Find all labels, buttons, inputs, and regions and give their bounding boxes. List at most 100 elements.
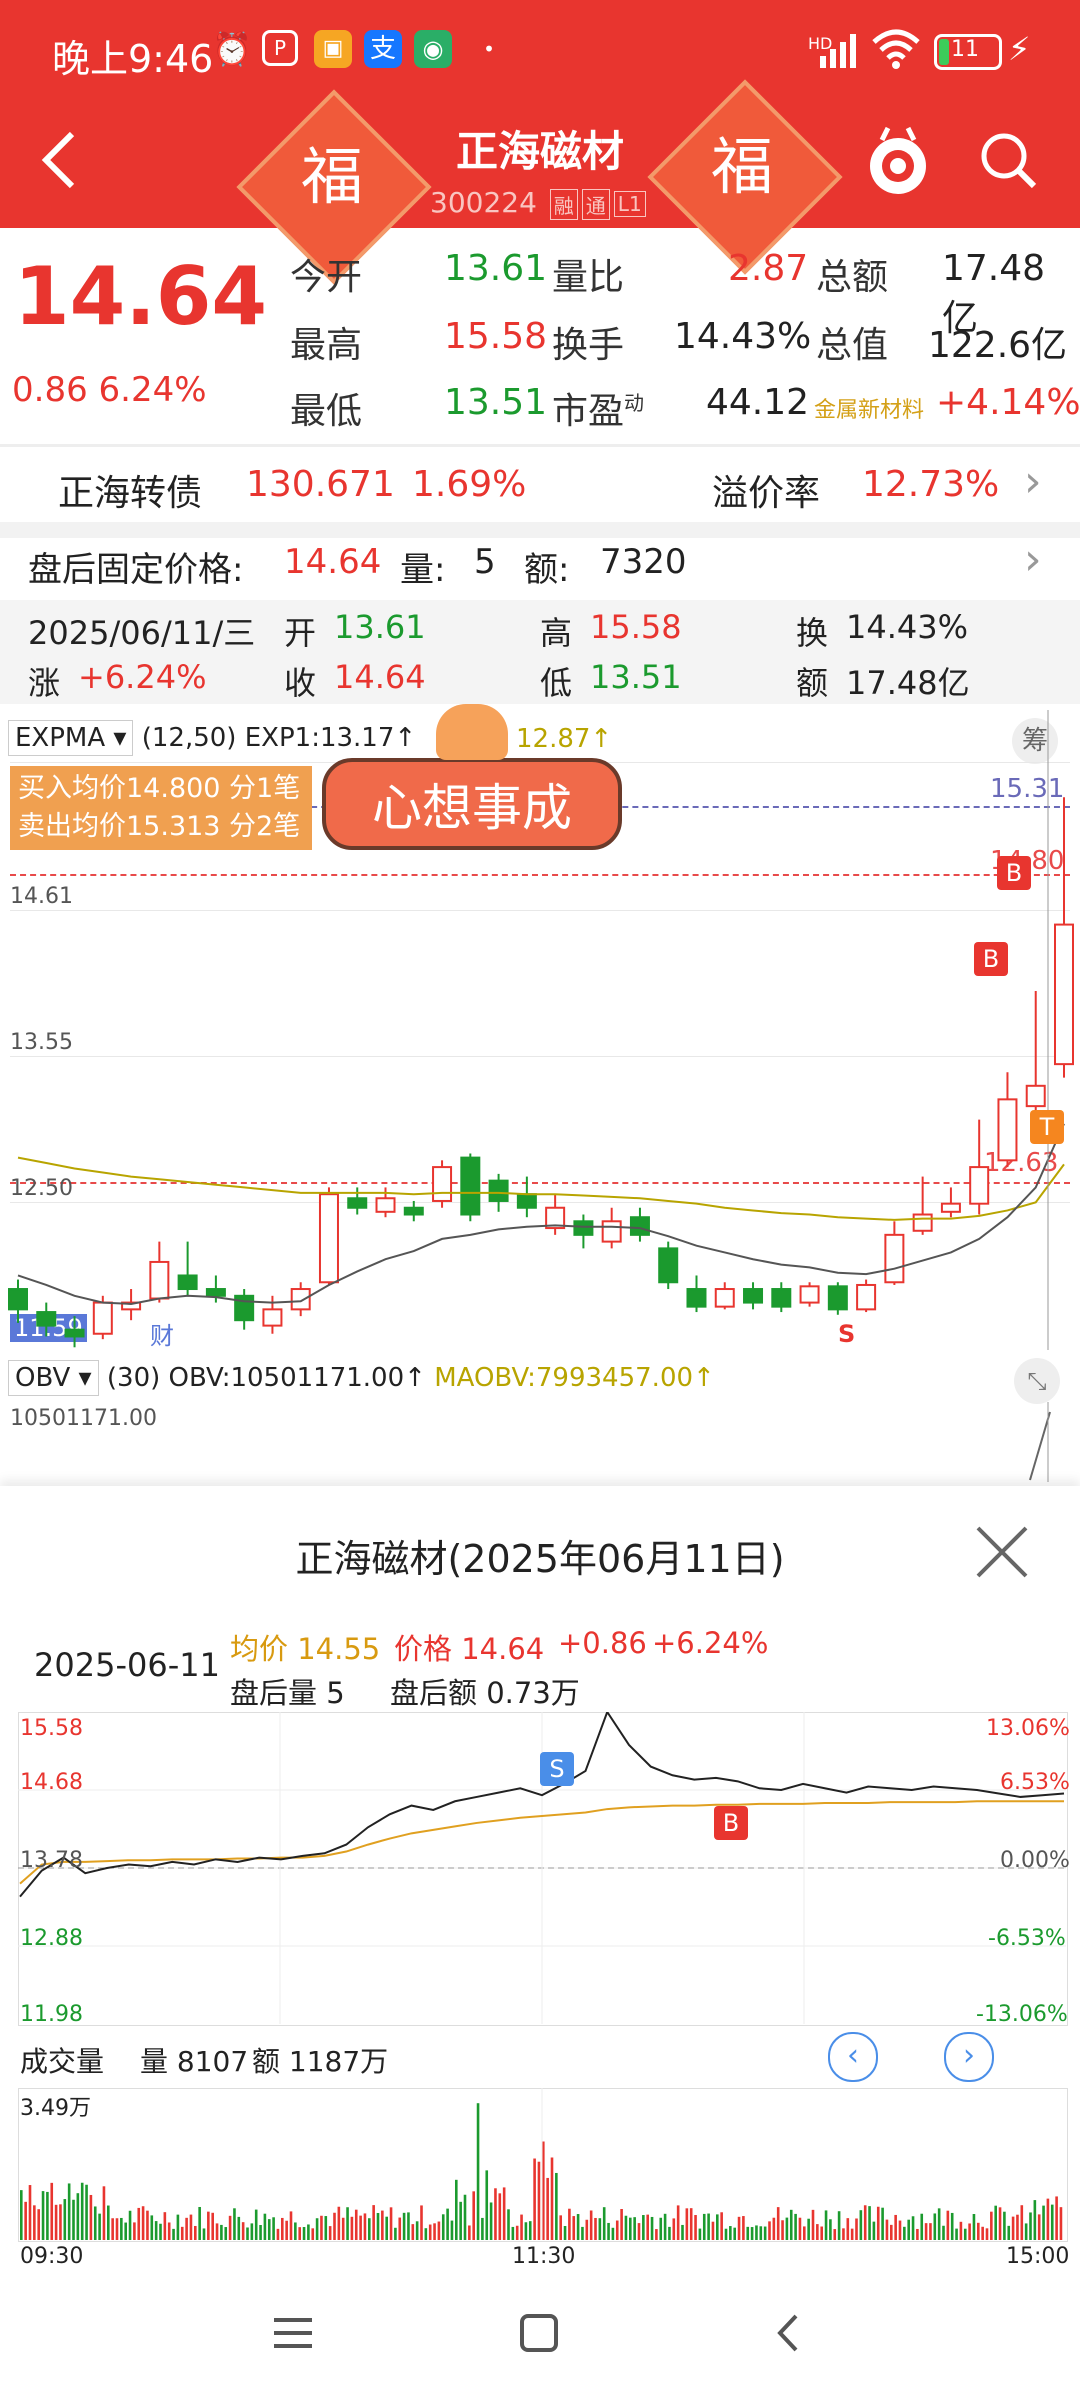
volume-bar — [776, 2207, 780, 2240]
volume-bar — [476, 2103, 480, 2240]
y-right-2: 0.00% — [1000, 1848, 1070, 1873]
kline-panel[interactable]: EXPMA ▾ (12,50) EXP1:13.17↑ 12.87↑ 筹 15.… — [0, 704, 1080, 1350]
day-chg: +6.24% — [78, 658, 207, 696]
volume-bar — [668, 2226, 671, 2240]
volume-bar — [285, 2220, 288, 2240]
volume-bar — [672, 2218, 676, 2240]
volume-bar — [1046, 2198, 1050, 2240]
volume-bar — [446, 2208, 449, 2240]
volume-bar — [281, 2217, 284, 2240]
back-icon[interactable] — [766, 2310, 812, 2356]
next-day-button[interactable]: › — [944, 2032, 994, 2082]
volume-bar — [685, 2208, 689, 2240]
candle-body — [290, 1288, 311, 1311]
volume-bar — [629, 2217, 632, 2240]
candle-body — [64, 1328, 85, 1338]
y-left-3: 12.88 — [20, 1926, 83, 1951]
volume-bar — [759, 2226, 763, 2240]
volume-bar — [950, 2212, 954, 2240]
volume-bar — [298, 2227, 301, 2240]
volume-bar — [259, 2225, 262, 2240]
expand-icon[interactable]: ⤡ — [1014, 1358, 1060, 1404]
volume-bar — [742, 2216, 745, 2240]
ah-vol: 5 — [474, 542, 496, 582]
y-right-1: 6.53% — [1000, 1770, 1070, 1795]
volume-bar — [1016, 2214, 1019, 2240]
volume-bar — [163, 2212, 167, 2240]
volume-bar — [72, 2199, 75, 2240]
candle-body — [92, 1301, 113, 1335]
prev-day-button[interactable]: ‹ — [828, 2032, 878, 2082]
volume-bar — [359, 2215, 362, 2240]
volume-bar — [472, 2191, 475, 2240]
intraday-sell-marker[interactable]: S — [540, 1752, 574, 1786]
volume-bar — [546, 2177, 549, 2240]
volume-bar — [481, 2217, 484, 2240]
candle-body — [1025, 1084, 1046, 1108]
candle-body — [856, 1283, 877, 1311]
volume-bar — [67, 2183, 71, 2240]
volume-bar — [24, 2201, 27, 2240]
candle-body — [686, 1288, 707, 1308]
bond-pct: 1.69% — [412, 464, 527, 505]
day-open-label: 开 — [284, 614, 317, 652]
volume-bar — [520, 2214, 523, 2240]
home-icon[interactable] — [516, 2310, 562, 2356]
volume-bar — [198, 2206, 201, 2240]
chevron-right-icon: › — [1024, 534, 1042, 585]
volume-bar — [311, 2228, 315, 2240]
candle-body — [658, 1247, 679, 1284]
volume-bar — [1024, 2223, 1028, 2240]
volume-bar — [607, 2222, 610, 2240]
menu-icon[interactable] — [270, 2310, 316, 2356]
buy-marker[interactable]: B — [974, 942, 1008, 976]
volume-bar — [785, 2217, 789, 2240]
open-label: 今开 — [290, 257, 363, 298]
volume-bar — [763, 2226, 767, 2240]
vol-ratio-value: 2.87 — [728, 248, 809, 289]
volume-bar — [176, 2214, 180, 2240]
volume-bar — [572, 2216, 576, 2240]
buy-marker[interactable]: B — [997, 856, 1031, 890]
volume-bar — [881, 2207, 884, 2240]
volume-bar — [98, 2213, 101, 2240]
volume-bar — [942, 2225, 945, 2240]
volume-bar — [124, 2222, 127, 2240]
convertible-bond-row[interactable]: 正海转债 130.671 1.69% 溢价率 12.73% › — [0, 448, 1080, 522]
volume-bar — [720, 2212, 723, 2240]
exp2-line — [17, 1156, 1065, 1221]
volume-bar — [46, 2191, 49, 2240]
volume-bar — [411, 2224, 415, 2240]
volume-bar — [93, 2206, 97, 2240]
volume-bar — [515, 2225, 519, 2240]
volume-bar — [1029, 2212, 1032, 2240]
volume-bar — [859, 2210, 863, 2240]
volume-bar — [963, 2228, 967, 2240]
ah-amt-label: 额: — [524, 550, 570, 590]
after-hours-row[interactable]: 盘后固定价格: 14.64 量: 5 额: 7320 › — [0, 534, 1080, 596]
volume-bar — [598, 2218, 602, 2240]
t-marker[interactable]: T — [1030, 1110, 1064, 1144]
obv-select[interactable]: OBV ▾ — [8, 1360, 99, 1396]
volume-qty: 量 8107 — [140, 2045, 249, 2078]
volume-bar — [689, 2208, 693, 2240]
charging-icon: ⚡ — [1008, 30, 1031, 68]
close-icon[interactable] — [972, 1522, 1032, 1582]
wechat-icon: ◉ — [414, 30, 452, 68]
sector-name[interactable]: 金属新材料 — [814, 392, 924, 424]
volume-bar — [994, 2205, 997, 2240]
volume-bar — [424, 2228, 428, 2240]
volume-bar — [1042, 2205, 1045, 2240]
volume-bar — [876, 2206, 880, 2240]
volume-bar — [372, 2205, 375, 2240]
obv-panel: OBV ▾ (30) OBV:10501171.00↑ MAOBV:799345… — [0, 1352, 1080, 1482]
intraday-buy-marker[interactable]: B — [714, 1806, 748, 1840]
current-price: 14.64 — [14, 250, 268, 343]
volume-bar — [1003, 2211, 1006, 2240]
volume-bar — [241, 2222, 245, 2240]
alipay-icon: 支 — [364, 30, 402, 68]
intraday-avg: 均价 14.55 — [230, 1632, 381, 1666]
volume-bar — [650, 2216, 654, 2240]
volume-chart — [20, 2088, 1063, 2240]
divider — [0, 522, 1080, 538]
